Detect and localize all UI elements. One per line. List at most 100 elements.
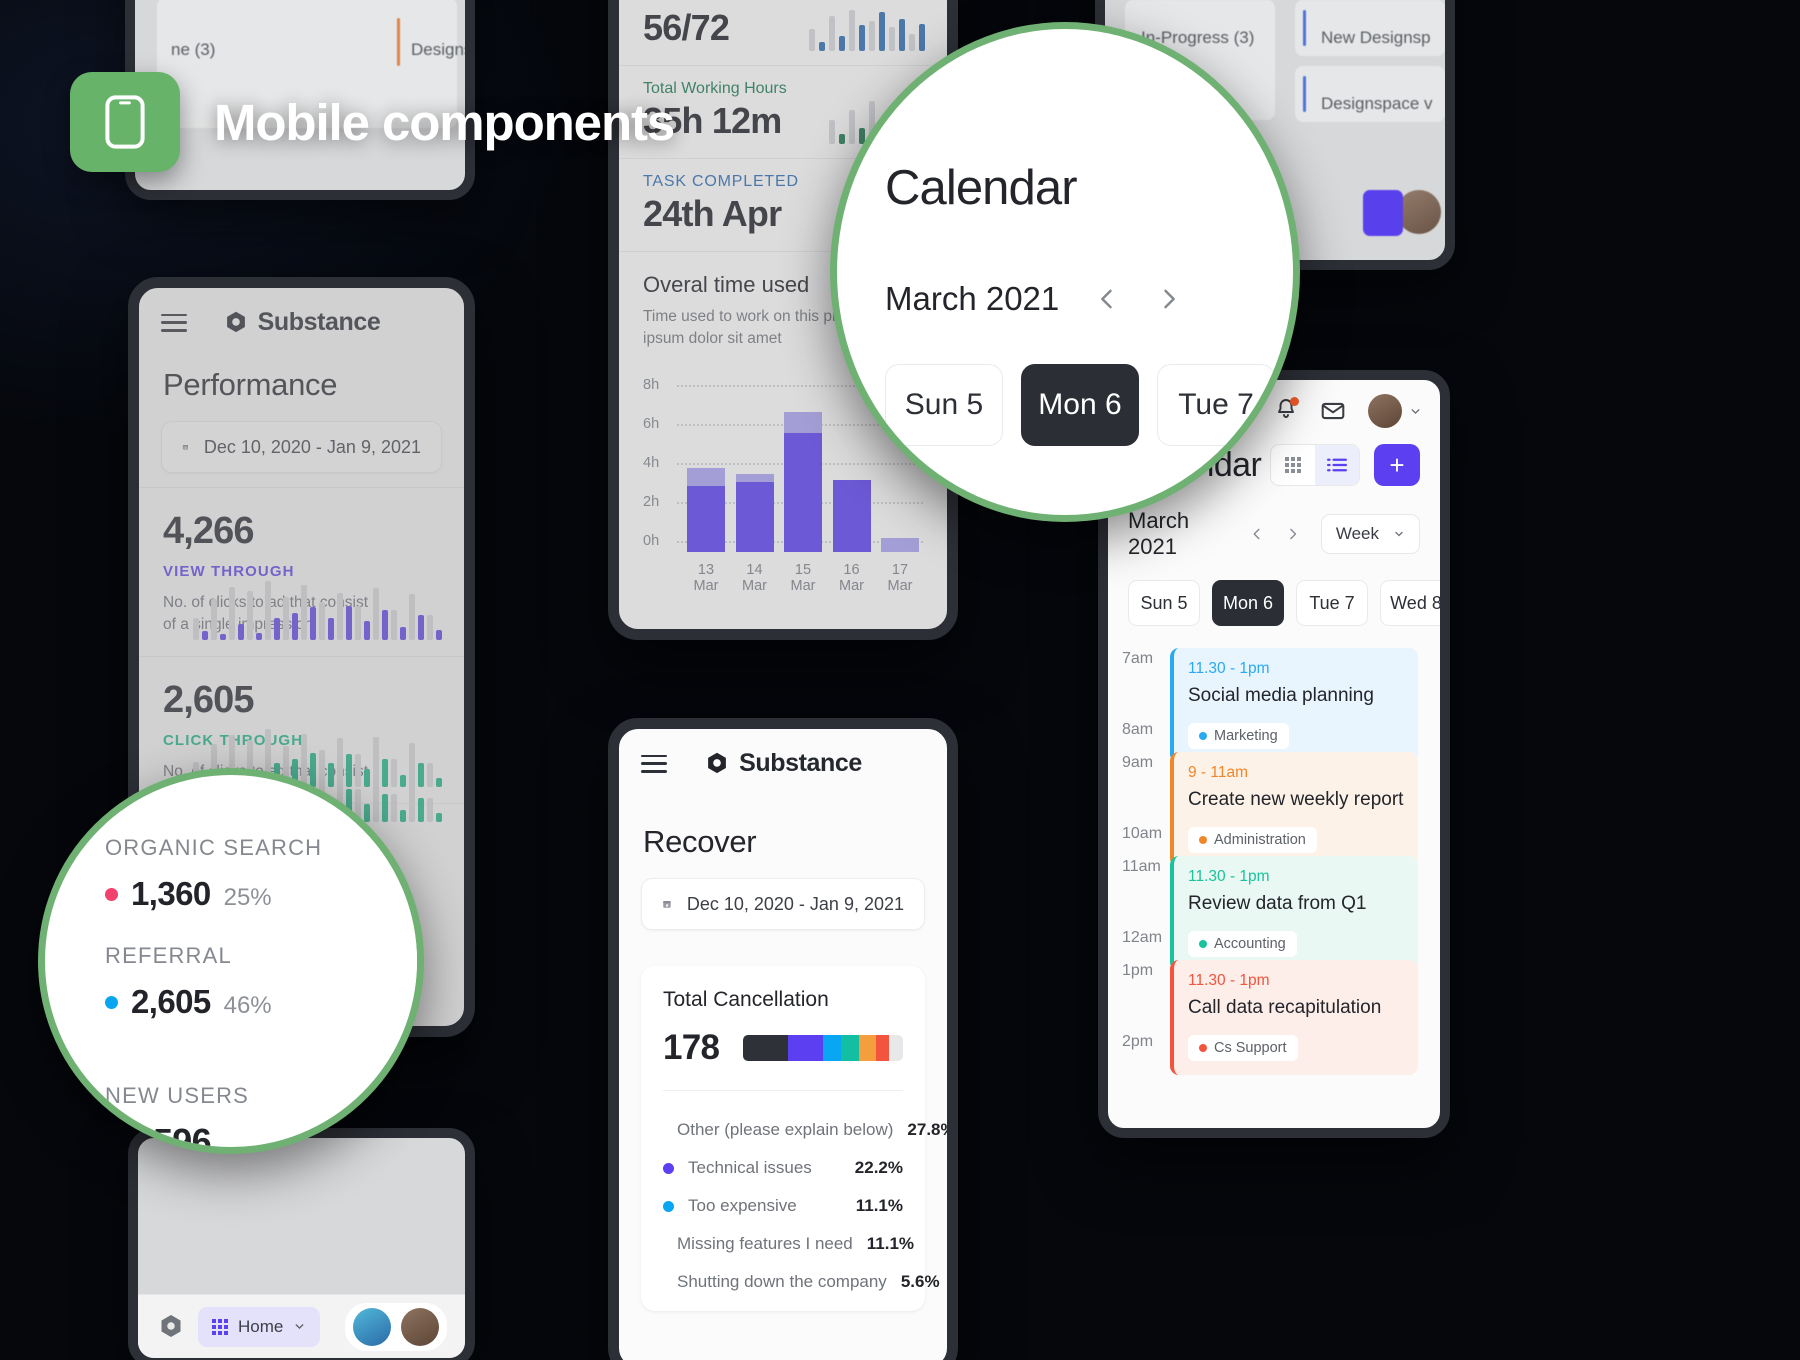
recover-date-range-picker[interactable]: Dec 10, 2020 - Jan 9, 2021 [641,878,925,930]
calendar-magnifier-content: Calendar March 2021 Sun 5 Mon 6 Tue 7 [857,65,1293,446]
spark-bar-accent [418,614,424,640]
view-toggle[interactable] [1270,444,1360,486]
calendar-event[interactable]: 11.30 - 1pm Social media planning Marketin… [1170,648,1418,763]
ghost-item-1: Designspace v [1321,94,1433,113]
spark-bar [409,594,415,640]
substance-hex-logo-small [161,1314,181,1337]
chevron-left-icon[interactable] [1093,285,1121,313]
add-event-label: + [1389,450,1405,480]
ghost-blue-block [1363,190,1403,236]
spark-bar [301,585,307,640]
calendar-event[interactable]: 11.30 - 1pm Review data from Q1 Accounting [1170,856,1418,971]
legend-dot [663,1162,674,1174]
event-tag-label: Marketing [1214,728,1278,744]
reason-label: Technical issues [688,1158,812,1177]
range-select[interactable]: Week [1320,514,1421,554]
traffic-source-pct: 25% [223,884,272,911]
calendar-magnifier: Calendar March 2021 Sun 5 Mon 6 Tue 7 [830,22,1300,522]
calendar-panel-tools: + [1270,444,1420,486]
agenda-row: 9am 9 - 11am Create new weekly report Admin… [1108,752,1440,867]
chart-bar-remaining [687,468,725,486]
calendar-day-chip[interactable]: Tue 7 [1296,580,1368,626]
spark-bar [373,588,379,640]
event-name: Call data recapitulation [1188,997,1382,1018]
banner-title: Mobile components [214,93,675,151]
spark-bar [283,597,289,640]
ghost-label-designspace: Designspace w [411,40,473,59]
agenda-row: 1pm 11.30 - 1pm Call data recapitulation Cs… [1108,960,1440,1075]
home-tab[interactable]: Home [198,1306,321,1347]
chevron-left-icon[interactable] [1249,525,1265,543]
chevron-right-icon[interactable] [1155,285,1183,313]
grid-view-button[interactable] [1271,445,1315,485]
event-tag-label: Accounting [1214,936,1286,952]
spark-bar-accent [328,617,334,640]
ghost-avatar [1397,190,1441,234]
calendar-day-chip[interactable]: Sun 5 [885,364,1003,446]
calendar-event[interactable]: 9 - 11am Create new weekly report Administ… [1170,752,1418,867]
chart-bar-used [687,485,725,552]
metric-view-through-sparkline [193,566,442,640]
calendar-day-chip[interactable]: Mon 6 [1021,364,1139,446]
bottom-right-cluster[interactable] [345,1302,447,1351]
calendar-bubble-month-row: March 2021 Week [857,222,1293,330]
home-tab-label: Home [238,1316,284,1336]
event-time: 9 - 11am [1188,764,1249,781]
reason-label: Too expensive [688,1196,797,1215]
chart-x-label: 15 Mar [790,561,816,594]
cancellation-reason-list: Other (please explain below) 27.8% Technic… [663,1090,947,1301]
ghost-label-chip: ne (3) [171,40,216,59]
calendar-bubble-month: March 2021 [885,280,1060,317]
event-tag-label: Administration [1214,832,1306,848]
calendar-day-chip[interactable]: Mon 6 [1212,580,1284,626]
account-menu[interactable] [1368,394,1422,428]
traffic-source-values: 1,360 25% [105,875,417,913]
spark-bar [211,599,217,640]
calendar-day-chip[interactable]: Tue 7 [1157,364,1275,446]
app-bar-recover: Substance [619,729,947,786]
mail-icon[interactable] [1320,398,1346,424]
stack-segment [743,1035,788,1061]
spark-bar-accent [418,798,424,822]
calendar-bubble-title: Calendar [885,161,1078,215]
menu-icon[interactable] [641,754,667,773]
chart-bar-group [687,377,725,552]
agenda-row: 7am 11.30 - 1pm Social media planning Marke… [1108,648,1440,763]
traffic-source-label: REFERRAL [105,943,232,968]
chart-x-label: 13 Mar [693,561,719,594]
calendar-event[interactable]: 11.30 - 1pm Call data recapitulation Cs Su… [1170,960,1418,1075]
total-cancellation-summary: 178 [663,1028,903,1068]
calendar-day-chip[interactable]: Sun 5 [1128,580,1200,626]
ytick-8h: 8h [643,376,660,393]
calendar-icon [182,445,188,450]
chevron-right-icon[interactable] [1285,525,1301,543]
reason-label: Shutting down the company [677,1272,887,1291]
event-name: Create new weekly report [1188,789,1404,810]
menu-icon[interactable] [161,313,187,332]
ytick-6h: 6h [643,415,660,432]
tag-dot [1199,940,1207,948]
ghost-item-0: New Designsp [1321,28,1431,47]
spark-bar [355,605,361,640]
date-range-picker[interactable]: Dec 10, 2020 - Jan 9, 2021 [161,421,442,473]
reason-pct: 11.1% [866,1234,915,1253]
event-time: 11.30 - 1pm [1188,972,1270,989]
stack-segment [858,1035,877,1061]
stack-segment [823,1035,841,1061]
mobile-chip [70,72,180,172]
analytics-magnifier: + ORGANIC SEARCH1,36025%EMAIL99225%REFER… [38,768,424,1154]
reason-label: Other (please explain below) [677,1120,894,1139]
chart-bar-remaining [881,538,919,552]
calendar-agenda: 7am 11.30 - 1pm Social media planning Marke… [1108,626,1440,1075]
add-event-button[interactable]: + [1374,444,1420,486]
spark-bar-accent [436,629,442,640]
chart-bar-group [735,377,774,552]
calendar-day-chip[interactable]: Wed 8 [1380,580,1440,626]
list-view-button[interactable] [1315,445,1359,485]
traffic-sources-grid: ORGANIC SEARCH1,36025%EMAIL99225%REFERRA… [105,835,417,1021]
event-name: Social media planning [1188,685,1374,706]
legend-dot [663,1200,674,1212]
chart-bar-group [784,377,822,552]
grid-view-icon [1285,457,1301,473]
spark-bar [193,617,199,640]
